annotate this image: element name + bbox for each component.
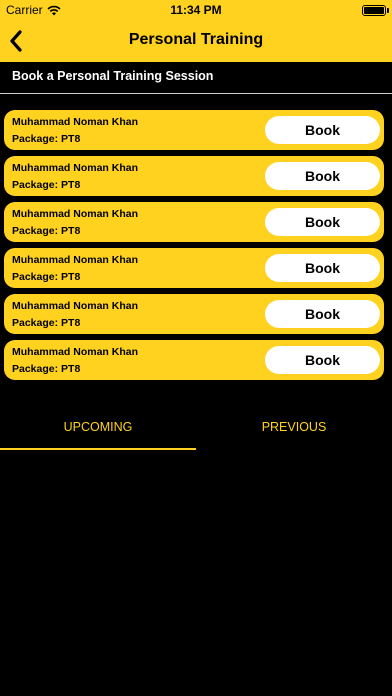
package-label: Package: PT8 (12, 363, 81, 375)
package-label: Package: PT8 (12, 317, 81, 329)
book-button[interactable]: Book (265, 300, 380, 328)
trainer-name: Muhammad Noman Khan (12, 162, 139, 174)
trainer-name: Muhammad Noman Khan (12, 346, 139, 358)
navigation-bar: Personal Training (0, 22, 392, 60)
battery-fill (364, 7, 384, 14)
trainer-name: Muhammad Noman Khan (12, 300, 139, 312)
book-button[interactable]: Book (265, 116, 380, 144)
session-card: Muhammad Noman Khan Package: PT8 Book (4, 248, 384, 288)
session-card: Muhammad Noman Khan Package: PT8 Book (4, 110, 384, 150)
session-list: Muhammad Noman Khan Package: PT8 Book Mu… (4, 110, 384, 386)
package-label: Package: PT8 (12, 179, 81, 191)
trainer-name: Muhammad Noman Khan (12, 254, 139, 266)
session-card: Muhammad Noman Khan Package: PT8 Book (4, 294, 384, 334)
trainer-name: Muhammad Noman Khan (12, 208, 139, 220)
status-bar: Carrier 11:34 PM (0, 0, 392, 20)
session-card: Muhammad Noman Khan Package: PT8 Book (4, 156, 384, 196)
active-tab-indicator (0, 448, 196, 450)
session-card: Muhammad Noman Khan Package: PT8 Book (4, 340, 384, 380)
tab-upcoming[interactable]: UPCOMING (0, 410, 196, 448)
trainer-name: Muhammad Noman Khan (12, 116, 139, 128)
package-label: Package: PT8 (12, 225, 81, 237)
book-button[interactable]: Book (265, 346, 380, 374)
book-button[interactable]: Book (265, 208, 380, 236)
status-time: 11:34 PM (170, 3, 222, 17)
section-divider (0, 93, 392, 94)
session-card: Muhammad Noman Khan Package: PT8 Book (4, 202, 384, 242)
book-button[interactable]: Book (265, 254, 380, 282)
tab-previous[interactable]: PREVIOUS (196, 410, 392, 448)
battery-icon (362, 5, 386, 16)
book-button[interactable]: Book (265, 162, 380, 190)
top-bar: Carrier 11:34 PM Personal Training (0, 0, 392, 62)
section-header: Book a Personal Training Session (12, 69, 214, 83)
session-tabs: UPCOMING PREVIOUS (0, 410, 392, 450)
package-label: Package: PT8 (12, 133, 81, 145)
battery-nub (387, 8, 389, 13)
package-label: Package: PT8 (12, 271, 81, 283)
page-title: Personal Training (128, 31, 264, 48)
